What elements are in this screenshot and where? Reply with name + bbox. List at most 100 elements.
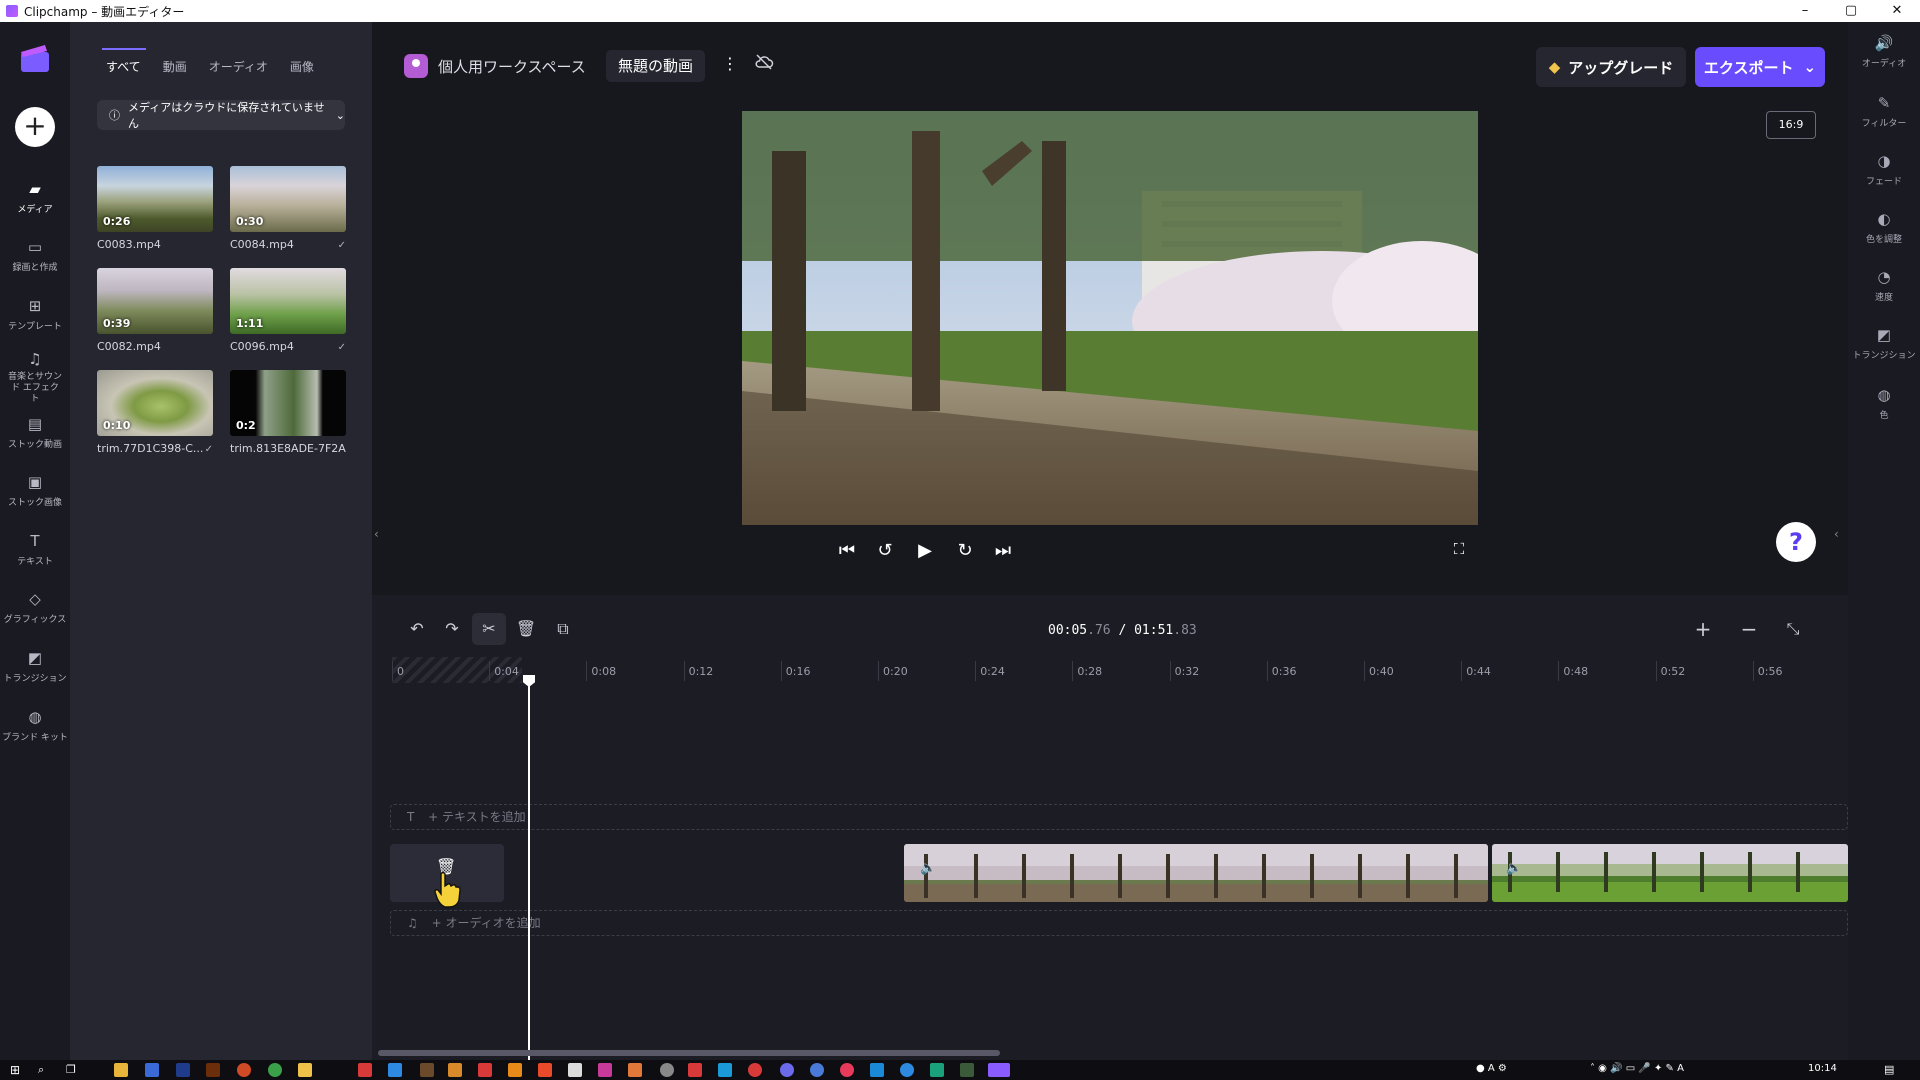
powerpoint-icon[interactable]	[237, 1063, 251, 1077]
workspace-name[interactable]: 個人用ワークスペース	[438, 56, 586, 77]
media-item[interactable]: 0:10 trim.77D1C398-C... ✓	[97, 370, 213, 455]
app-icon[interactable]	[568, 1063, 582, 1077]
rail-item-color[interactable]: ◍ 色	[1848, 386, 1920, 421]
rail-item-speed[interactable]: ◔ 速度	[1848, 268, 1920, 303]
collapse-left-icon[interactable]: ‹	[374, 527, 379, 541]
rail-item-fade[interactable]: ◑ フェード	[1848, 152, 1920, 187]
add-audio-track[interactable]: ♫ + オーディオを追加	[390, 910, 1848, 936]
undo-button[interactable]: ↶	[400, 613, 434, 645]
app-icon[interactable]	[840, 1063, 854, 1077]
redo-button[interactable]: ↷	[435, 613, 469, 645]
system-tray-icons[interactable]: ˄ ◉ 🔊 ▭ 🎤 ✦ ✎ A	[1590, 1063, 1684, 1074]
aspect-ratio-button[interactable]: 16:9	[1766, 111, 1816, 139]
app-icon[interactable]	[538, 1063, 552, 1077]
nav-item-transitions[interactable]: ◩ トランジション	[0, 639, 70, 703]
media-item[interactable]: 0:39 C0082.mp4	[97, 268, 213, 353]
app-icon[interactable]	[448, 1063, 462, 1077]
play-icon[interactable]: ▶	[912, 540, 938, 561]
app-icon[interactable]	[960, 1063, 974, 1077]
close-button[interactable]: ✕	[1874, 0, 1920, 22]
app-icon[interactable]	[870, 1063, 884, 1077]
search-icon[interactable]: ⌕	[38, 1063, 44, 1077]
nav-item-media[interactable]: ▰ メディア	[0, 170, 70, 234]
playhead[interactable]	[528, 683, 530, 1060]
tray-icons[interactable]: ● A ⚙	[1476, 1063, 1507, 1074]
video-clip[interactable]	[904, 844, 1488, 902]
video-clip[interactable]	[1492, 844, 1848, 902]
project-title[interactable]: 無題の動画	[606, 50, 706, 82]
nav-item-music[interactable]: ♫ 音楽とサウンド エフェクト	[0, 340, 70, 404]
tab-all[interactable]: すべて	[102, 48, 146, 75]
discord-icon[interactable]	[780, 1063, 794, 1077]
app-icon[interactable]	[810, 1063, 824, 1077]
file-explorer-icon[interactable]	[114, 1063, 128, 1077]
timeline-ruler[interactable]: 0 0:04 0:08 0:12 0:16 0:20 0:24 0:28 0:32 0:36 0:4…	[392, 657, 1848, 683]
nav-item-text[interactable]: T テキスト	[0, 522, 70, 586]
tab-images[interactable]: 画像	[290, 58, 314, 75]
app-icon[interactable]	[388, 1063, 402, 1077]
zoom-out-button[interactable]: −	[1732, 613, 1766, 645]
zoom-in-button[interactable]: +	[1686, 613, 1720, 645]
clipchamp-logo-icon[interactable]	[19, 42, 51, 74]
add-text-track[interactable]: T + テキストを追加	[390, 804, 1848, 830]
more-options-icon[interactable]: ⋮	[722, 54, 738, 73]
app-icon[interactable]	[930, 1063, 944, 1077]
nav-item-brand-kit[interactable]: ◍ ブランド キット	[0, 698, 70, 762]
nav-item-stock-images[interactable]: ▣ ストック画像	[0, 463, 70, 527]
cloud-off-icon[interactable]	[754, 53, 774, 71]
skip-forward-icon[interactable]: ⏭	[990, 540, 1016, 561]
rewind-5s-icon[interactable]: ↺	[872, 540, 898, 561]
notification-icon[interactable]: ▤	[1884, 1063, 1894, 1076]
clock[interactable]: 10:14	[1808, 1063, 1837, 1074]
cloud-notice-button[interactable]: ⓘ メディアはクラウドに保存されていません ⌄	[97, 100, 345, 130]
export-button[interactable]: エクスポート ⌄	[1695, 47, 1825, 87]
app-icon[interactable]	[628, 1063, 642, 1077]
tab-audio[interactable]: オーディオ	[209, 58, 268, 75]
app-icon[interactable]	[598, 1063, 612, 1077]
windows-start-icon[interactable]: ⊞	[10, 1063, 20, 1077]
illustrator-icon[interactable]	[206, 1063, 220, 1077]
app-icon[interactable]	[660, 1063, 674, 1077]
tab-video[interactable]: 動画	[163, 58, 187, 75]
media-item[interactable]: 0:30 C0084.mp4 ✓	[230, 166, 346, 251]
vlc-icon[interactable]	[508, 1063, 522, 1077]
media-item[interactable]: 0:26 C0083.mp4	[97, 166, 213, 251]
app-icon[interactable]	[718, 1063, 732, 1077]
rail-item-filters[interactable]: ✎ フィルター	[1848, 94, 1920, 129]
clip-audio-icon[interactable]: 🔈	[1506, 861, 1522, 876]
nav-item-record[interactable]: ▭ 録画と作成	[0, 228, 70, 292]
duplicate-button[interactable]: ⧉	[546, 613, 580, 645]
rail-item-transition[interactable]: ◩ トランジション	[1848, 326, 1920, 361]
store-icon[interactable]	[145, 1063, 159, 1077]
media-item[interactable]: 1:11 C0096.mp4 ✓	[230, 268, 346, 353]
delete-button[interactable]: 🗑	[509, 613, 543, 645]
rail-item-color-adjust[interactable]: ◐ 色を調整	[1848, 210, 1920, 245]
chrome-icon[interactable]	[268, 1063, 282, 1077]
filezilla-icon[interactable]	[358, 1063, 372, 1077]
fit-timeline-button[interactable]: ⤡	[1776, 613, 1810, 645]
add-media-button[interactable]: +	[15, 107, 55, 147]
app-icon[interactable]	[478, 1063, 492, 1077]
app-icon[interactable]	[688, 1063, 702, 1077]
split-button[interactable]: ✂	[472, 613, 506, 645]
photoshop-icon[interactable]	[176, 1063, 190, 1077]
clip-audio-icon[interactable]: 🔈	[920, 861, 936, 876]
media-item[interactable]: 0:2 trim.813E8ADE-7F2A...	[230, 370, 346, 455]
help-button[interactable]: ?	[1776, 522, 1816, 562]
timeline-scrollbar[interactable]	[378, 1050, 1000, 1056]
upgrade-button[interactable]: ◆ アップグレード	[1536, 47, 1686, 87]
notes-icon[interactable]	[298, 1063, 312, 1077]
fullscreen-icon[interactable]: ⛶	[1446, 540, 1472, 558]
forward-5s-icon[interactable]: ↻	[952, 540, 978, 561]
app-icon[interactable]	[420, 1063, 434, 1077]
collapse-right-icon[interactable]: ‹	[1834, 527, 1839, 541]
nav-item-graphics[interactable]: ◇ グラフィックス	[0, 580, 70, 644]
nav-item-stock-video[interactable]: ▤ ストック動画	[0, 405, 70, 469]
rail-item-audio[interactable]: 🔊 オーディオ	[1848, 34, 1920, 69]
clipchamp-taskbar-icon[interactable]	[988, 1063, 1010, 1077]
skip-back-icon[interactable]: ⏮	[834, 540, 860, 561]
maximize-button[interactable]: ▢	[1828, 0, 1874, 22]
app-icon[interactable]	[748, 1063, 762, 1077]
task-view-icon[interactable]: ❐	[66, 1063, 76, 1076]
zoom-icon[interactable]	[900, 1063, 914, 1077]
